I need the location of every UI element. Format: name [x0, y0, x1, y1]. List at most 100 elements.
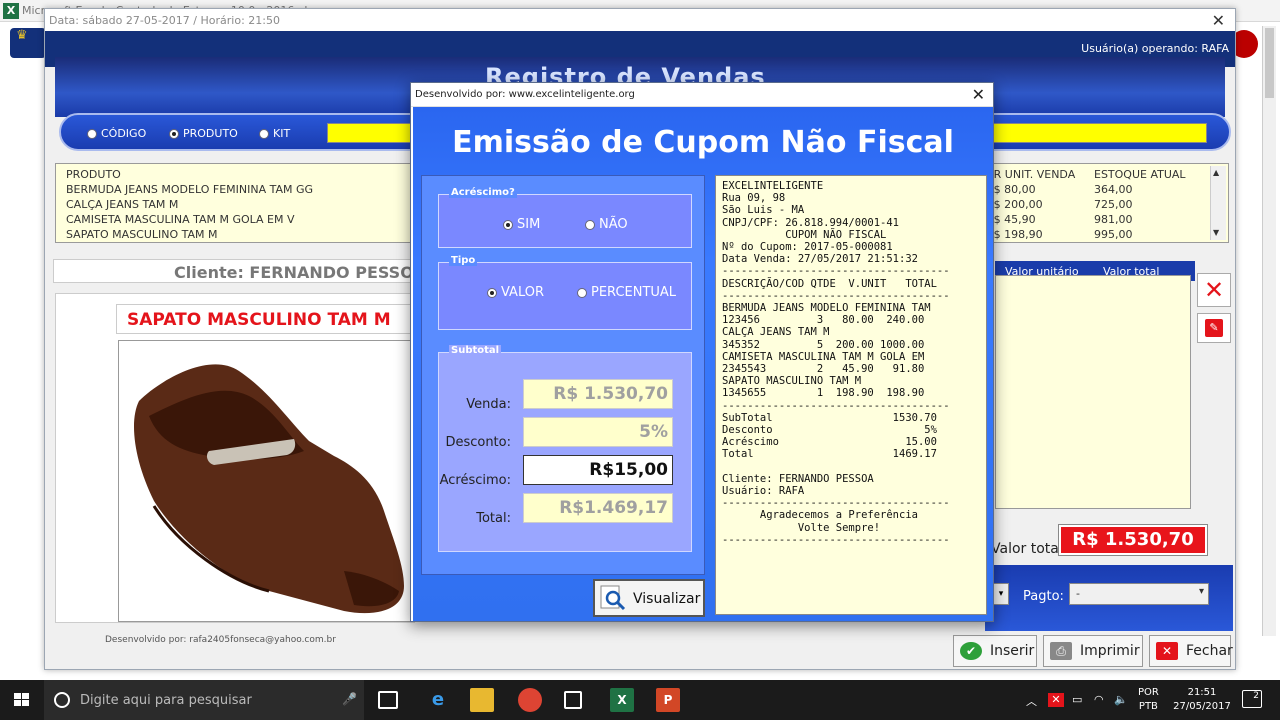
list-item-estoque: 364,00	[1094, 183, 1133, 196]
option-kit-label: KIT	[273, 127, 291, 140]
list-header-estoque: ESTOQUE ATUAL	[1094, 168, 1186, 181]
shoe-image	[134, 364, 404, 614]
list-item[interactable]: CAMISETA MASCULINA TAM M GOLA EM V	[66, 213, 295, 226]
subtotal-legend: Subtotal	[449, 345, 502, 356]
clock-date: 27/05/2017	[1173, 701, 1231, 712]
wifi-icon[interactable]: ◠	[1094, 693, 1104, 706]
scroll-down-icon[interactable]: ▼	[1213, 228, 1219, 237]
subtotal-group: Subtotal Venda: R$ 1.530,70 Desconto: 5%…	[438, 345, 692, 552]
developer-footer: Desenvolvido por: rafa2405fonseca@yahoo.…	[105, 635, 336, 645]
close-icon[interactable]: ✕	[972, 85, 985, 104]
inserir-label: Inserir	[990, 643, 1035, 659]
crown-icon: ♛	[16, 28, 28, 43]
form-titlebar: Data: sábado 27-05-2017 / Horário: 21:50…	[45, 9, 1235, 31]
radio-nao[interactable]: NÃO	[585, 217, 628, 232]
tray-app-icon[interactable]: ✕	[1048, 693, 1064, 707]
clock[interactable]: 21:51 27/05/2017	[1172, 686, 1232, 714]
windows-start-icon[interactable]	[0, 680, 44, 720]
chrome-icon[interactable]	[518, 688, 542, 712]
clear-items-button[interactable]: ✎	[1197, 313, 1231, 343]
radio-nao-label: NÃO	[599, 217, 628, 232]
option-produto[interactable]: PRODUTO	[169, 127, 238, 140]
radio-percentual[interactable]: PERCENTUAL	[577, 285, 676, 300]
taskbar-search[interactable]: Digite aqui para pesquisar 🎤	[44, 680, 364, 720]
radio-sim-dot[interactable]	[503, 219, 513, 230]
radio-nao-dot[interactable]	[585, 219, 595, 230]
battery-icon[interactable]: ▭	[1072, 693, 1082, 706]
powerpoint-icon[interactable]: P	[656, 688, 680, 712]
dialog-titlebar: Desenvolvido por: www.excelinteligente.o…	[411, 83, 993, 107]
radio-sim-label: SIM	[517, 217, 541, 232]
imprimir-button[interactable]: ⎙ Imprimir	[1043, 635, 1143, 667]
eraser-icon: ✎	[1205, 319, 1223, 337]
delete-item-button[interactable]: ✕	[1197, 273, 1231, 307]
options-panel: Acréscimo? SIM NÃO Tipo VALOR PERCENTUAL…	[421, 175, 705, 575]
radio-produto[interactable]	[169, 129, 179, 139]
items-list[interactable]	[995, 275, 1191, 509]
visualizar-label: Visualizar	[633, 591, 701, 607]
clock-time: 21:51	[1187, 687, 1217, 698]
cliente-bar: Cliente: FERNANDO PESSOA	[53, 259, 453, 283]
task-view-icon[interactable]	[378, 691, 398, 709]
excel-icon: X	[3, 3, 19, 19]
dialog-title: Desenvolvido por: www.excelinteligente.o…	[415, 89, 635, 100]
cupom-dialog: Desenvolvido por: www.excelinteligente.o…	[410, 82, 994, 622]
notification-count: 2	[1253, 691, 1259, 701]
user-label: Usuário(a) operando: RAFA	[1081, 42, 1229, 55]
chevron-down-icon[interactable]: ▾	[993, 583, 1009, 605]
pagto-value: -	[1076, 587, 1080, 600]
radio-codigo[interactable]	[87, 129, 97, 139]
desconto-field[interactable]: 5%	[523, 417, 673, 447]
list-item-estoque: 981,00	[1094, 213, 1133, 226]
acrescimo-group: Acréscimo? SIM NÃO	[438, 187, 692, 248]
lang-bottom: PTB	[1138, 701, 1158, 712]
inserir-button[interactable]: ✔ Inserir	[953, 635, 1037, 667]
receipt-preview: EXCELINTELIGENTE Rua 09, 98 São Luis - M…	[715, 175, 987, 615]
option-kit[interactable]: KIT	[259, 127, 290, 140]
product-panel: SAPATO MASCULINO TAM M	[55, 293, 416, 623]
search-placeholder: Digite aqui para pesquisar	[80, 693, 252, 708]
product-image	[118, 340, 414, 622]
check-icon: ✔	[960, 642, 982, 660]
list-item[interactable]: SAPATO MASCULINO TAM M	[66, 228, 218, 241]
store-icon[interactable]	[564, 691, 582, 709]
scroll-up-icon[interactable]: ▲	[1213, 168, 1219, 177]
cliente-name: Cliente: FERNANDO PESSOA	[174, 263, 426, 282]
list-item[interactable]: BERMUDA JEANS MODELO FEMININA TAM GG	[66, 183, 313, 196]
product-name-box: SAPATO MASCULINO TAM M	[116, 304, 416, 334]
total-label: Total:	[476, 511, 511, 526]
close-icon[interactable]: ✕	[1212, 11, 1225, 30]
valor-total-label: Valor total	[991, 541, 1063, 557]
language-indicator[interactable]: POR PTB	[1138, 686, 1159, 714]
form-title: Data: sábado 27-05-2017 / Horário: 21:50	[49, 14, 280, 27]
volume-icon[interactable]: 🔈	[1114, 693, 1128, 706]
acrescimo-field[interactable]: R$15,00	[523, 455, 673, 485]
edge-icon[interactable]: e	[426, 688, 450, 712]
microphone-icon[interactable]: 🎤	[342, 692, 357, 706]
notification-icon[interactable]: 2	[1242, 690, 1262, 708]
acrescimo-label: Acréscimo:	[439, 473, 511, 488]
close-icon: ✕	[1156, 642, 1178, 660]
list-header-valor: VLR UNIT. VENDA	[980, 168, 1076, 181]
fechar-button[interactable]: ✕ Fechar	[1149, 635, 1233, 667]
radio-valor-dot[interactable]	[487, 287, 497, 298]
excel-taskbar-icon[interactable]: X	[610, 688, 634, 712]
file-explorer-icon[interactable]	[470, 688, 494, 712]
list-item-valor: R$ 198,90	[986, 228, 1043, 241]
list-item-estoque: 725,00	[1094, 198, 1133, 211]
list-item-valor: R$ 200,00	[986, 198, 1043, 211]
radio-valor[interactable]: VALOR	[487, 285, 544, 300]
valor-total-value: R$ 1.530,70	[1058, 524, 1208, 556]
excel-scrollbar[interactable]	[1262, 26, 1276, 636]
option-codigo[interactable]: CÓDIGO	[87, 127, 146, 140]
radio-sim[interactable]: SIM	[503, 217, 540, 232]
visualizar-button[interactable]: Visualizar	[593, 579, 705, 617]
scroll-thumb[interactable]	[1265, 28, 1274, 98]
pagto-select[interactable]: - ▾	[1069, 583, 1209, 605]
radio-percentual-dot[interactable]	[577, 287, 587, 298]
radio-kit[interactable]	[259, 129, 269, 139]
list-header-produto: PRODUTO	[66, 168, 121, 181]
chevron-up-icon[interactable]: ︿	[1026, 693, 1037, 709]
list-scrollbar[interactable]: ▲ ▼	[1210, 166, 1226, 240]
list-item[interactable]: CALÇA JEANS TAM M	[66, 198, 178, 211]
